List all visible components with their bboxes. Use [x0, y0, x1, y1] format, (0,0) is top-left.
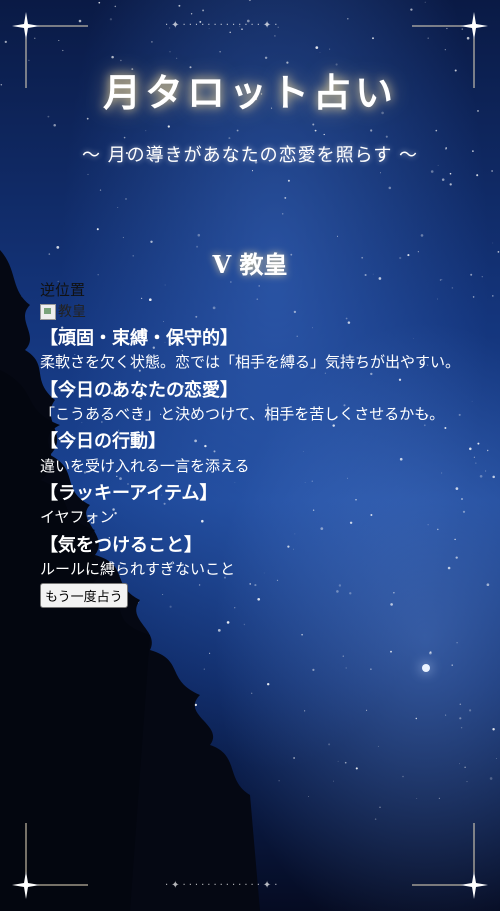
section-body: 違いを受け入れる一言を添える	[40, 456, 250, 475]
card-orientation: 逆位置	[40, 281, 86, 299]
section-caution: 【気をつけること】 ルールに縛られすぎないこと	[40, 533, 465, 581]
card-name: Ⅴ 教皇	[212, 250, 288, 279]
section-today-love: 【今日のあなたの恋愛】 「こうあるべき」と決めつけて、相手を苦しくさせるかも。	[40, 378, 465, 426]
header: 月タロット占い 〜 月の導きがあなたの恋愛を照らす 〜	[0, 62, 500, 167]
section-body: 「こうあるべき」と決めつけて、相手を苦しくさせるかも。	[40, 404, 445, 423]
card-image-alt: 教皇	[58, 303, 86, 320]
broken-image-icon	[40, 303, 56, 320]
section-lucky-item: 【ラッキーアイテム】 イヤフォン	[40, 481, 465, 529]
bottom-dots-ornament: ·✦·············✦·	[165, 880, 281, 891]
card-image: 教皇	[40, 302, 465, 322]
section-title: 【頑固・束縛・保守的】	[40, 327, 238, 349]
corner-ornament-icon	[12, 823, 88, 899]
corner-ornament-icon	[412, 823, 488, 899]
section-title: 【今日のあなたの恋愛】	[40, 379, 238, 401]
reading-result: 逆位置 教皇 【頑固・束縛・保守的】 柔軟さを欠く状態。恋では「相手を縛る」気持…	[40, 280, 465, 608]
section-title: 【ラッキーアイテム】	[40, 483, 218, 505]
retry-button[interactable]: もう一度占う	[40, 582, 128, 608]
top-dots-ornament: ·✦·············✦·	[165, 20, 281, 31]
section-today-action: 【今日の行動】 違いを受け入れる一言を添える	[40, 429, 465, 477]
page-title: 月タロット占い	[102, 70, 397, 115]
section-keywords: 【頑固・束縛・保守的】 柔軟さを欠く状態。恋では「相手を縛る」気持ちが出やすい。	[40, 326, 465, 374]
section-body: イヤフォン	[40, 508, 115, 527]
section-body: 柔軟さを欠く状態。恋では「相手を縛る」気持ちが出やすい。	[40, 352, 461, 371]
section-title: 【気をつけること】	[40, 535, 202, 557]
section-body: ルールに縛られすぎないこと	[40, 560, 236, 579]
page-subtitle: 〜 月の導きがあなたの恋愛を照らす 〜	[81, 145, 419, 166]
section-title: 【今日の行動】	[40, 431, 166, 453]
